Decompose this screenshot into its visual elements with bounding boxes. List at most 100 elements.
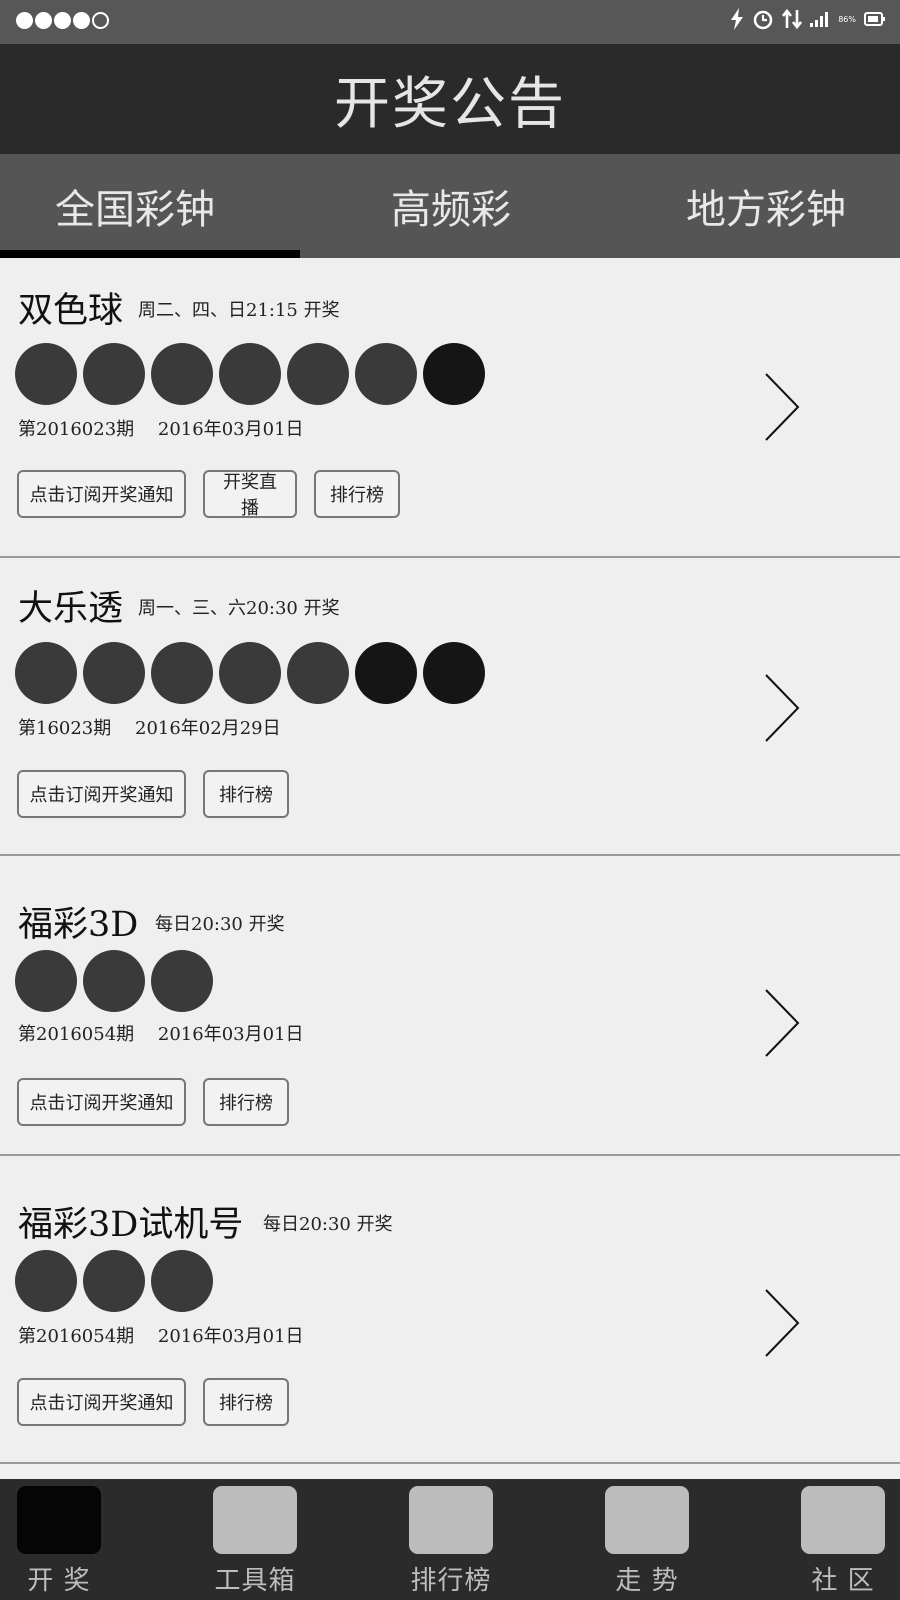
draw-schedule: 周二、四、日21:15 开奖 xyxy=(138,300,340,321)
ranking-button[interactable]: 排行榜 xyxy=(203,1078,289,1126)
tab-national[interactable]: 全国彩钟 xyxy=(0,154,270,258)
page-title: 开奖公告 xyxy=(0,44,900,154)
draw-date: 2016年03月01日 xyxy=(157,1326,304,1347)
draw-info: 第2016054期 2016年03月01日 xyxy=(18,1020,304,1046)
tab-local[interactable]: 地方彩钟 xyxy=(632,154,900,258)
nav-item-trend[interactable]: 走 势 xyxy=(605,1486,689,1597)
alarm-clock-icon xyxy=(753,10,773,30)
signal-dot xyxy=(35,12,52,29)
signal-dot xyxy=(16,12,33,29)
lottery-card-daletou[interactable]: 大乐透 周一、三、六20:30 开奖 第16023期 2016年02月29日 点… xyxy=(0,558,900,856)
number-ball xyxy=(15,642,77,704)
chevron-right-icon[interactable] xyxy=(764,1288,800,1358)
ranking-button[interactable]: 排行榜 xyxy=(314,470,400,518)
number-ball xyxy=(83,343,145,405)
nav-label: 开 奖 xyxy=(27,1566,91,1596)
active-tab-indicator xyxy=(0,250,300,258)
number-ball xyxy=(151,1250,213,1312)
cell-signal-icon xyxy=(810,12,829,27)
chevron-right-icon[interactable] xyxy=(764,988,800,1058)
draw-info: 第2016023期 2016年03月01日 xyxy=(18,415,304,441)
draw-schedule: 每日20:30 开奖 xyxy=(155,914,285,935)
subscribe-button[interactable]: 点击订阅开奖通知 xyxy=(17,1078,186,1126)
lottery-card-fucai3d[interactable]: 福彩3D 每日20:30 开奖 第2016054期 2016年03月01日 点击… xyxy=(0,858,900,1156)
number-ball xyxy=(287,343,349,405)
subscribe-button[interactable]: 点击订阅开奖通知 xyxy=(17,770,186,818)
lottery-card-fucai3d-test[interactable]: 福彩3D试机号 每日20:30 开奖 第2016054期 2016年03月01日… xyxy=(0,1166,900,1464)
lottery-name: 双色球 xyxy=(18,291,124,331)
nav-label: 走 势 xyxy=(615,1566,679,1596)
lottery-name: 福彩3D xyxy=(18,905,139,945)
issue-number: 第2016054期 xyxy=(18,1326,135,1347)
tab-high-frequency[interactable]: 高频彩 xyxy=(270,154,632,258)
signal-strength-dots xyxy=(16,12,109,29)
special-number-ball xyxy=(423,343,485,405)
nav-label: 社 区 xyxy=(811,1566,875,1596)
card-actions: 点击订阅开奖通知 排行榜 xyxy=(17,770,289,818)
data-transfer-icon xyxy=(782,8,803,30)
number-ball xyxy=(151,950,213,1012)
number-ball xyxy=(15,950,77,1012)
nav-item-toolbox[interactable]: 工具箱 xyxy=(213,1486,297,1597)
draw-info: 第2016054期 2016年03月01日 xyxy=(18,1322,304,1348)
number-ball xyxy=(219,642,281,704)
bottom-navigation: 开 奖 工具箱 排行榜 走 势 社 区 xyxy=(0,1479,900,1600)
number-ball xyxy=(83,1250,145,1312)
special-number-ball xyxy=(355,642,417,704)
draw-schedule: 周一、三、六20:30 开奖 xyxy=(138,598,340,619)
number-ball xyxy=(287,642,349,704)
issue-number: 第2016023期 xyxy=(18,419,135,440)
number-ball xyxy=(83,642,145,704)
category-tabs: 全国彩钟 高频彩 地方彩钟 xyxy=(0,154,900,258)
nav-item-ranking[interactable]: 排行榜 xyxy=(409,1486,493,1597)
draw-date: 2016年03月01日 xyxy=(157,1024,304,1045)
status-bar: 86% xyxy=(0,0,900,44)
nav-item-community[interactable]: 社 区 xyxy=(801,1486,885,1597)
winning-numbers xyxy=(15,950,213,1012)
status-icons: 86% xyxy=(730,8,886,30)
subscribe-button[interactable]: 点击订阅开奖通知 xyxy=(17,470,186,518)
winning-numbers xyxy=(15,642,485,704)
trend-icon xyxy=(605,1486,689,1554)
ranking-button[interactable]: 排行榜 xyxy=(203,770,289,818)
ranking-button[interactable]: 排行榜 xyxy=(203,1378,289,1426)
lottery-name: 福彩3D试机号 xyxy=(18,1205,244,1245)
draw-schedule: 每日20:30 开奖 xyxy=(263,1214,393,1235)
number-ball xyxy=(83,950,145,1012)
card-actions: 点击订阅开奖通知 开奖直播 排行榜 xyxy=(17,470,400,519)
special-number-ball xyxy=(423,642,485,704)
number-ball xyxy=(151,343,213,405)
winning-numbers xyxy=(15,343,485,405)
chevron-right-icon[interactable] xyxy=(764,372,800,442)
winning-numbers xyxy=(15,1250,213,1312)
live-draw-button[interactable]: 开奖直播 xyxy=(203,470,297,519)
battery-percentage: 86% xyxy=(838,14,856,24)
draw-date: 2016年02月29日 xyxy=(135,718,281,739)
number-ball xyxy=(151,642,213,704)
number-ball xyxy=(219,343,281,405)
toolbox-icon xyxy=(213,1486,297,1554)
draw-icon xyxy=(17,1486,101,1554)
lottery-card-shuangseqiu[interactable]: 双色球 周二、四、日21:15 开奖 第2016023期 2016年03月01日… xyxy=(0,260,900,558)
subscribe-button[interactable]: 点击订阅开奖通知 xyxy=(17,1378,186,1426)
issue-number: 第16023期 xyxy=(18,718,112,739)
signal-dot xyxy=(54,12,71,29)
charging-bolt-icon xyxy=(731,8,744,30)
number-ball xyxy=(15,343,77,405)
draw-info: 第16023期 2016年02月29日 xyxy=(18,714,281,740)
community-icon xyxy=(801,1486,885,1554)
card-actions: 点击订阅开奖通知 排行榜 xyxy=(17,1378,289,1426)
number-ball xyxy=(355,343,417,405)
battery-icon xyxy=(864,12,885,26)
draw-date: 2016年03月01日 xyxy=(157,419,304,440)
nav-label: 工具箱 xyxy=(214,1566,296,1596)
issue-number: 第2016054期 xyxy=(18,1024,135,1045)
chevron-right-icon[interactable] xyxy=(764,673,800,743)
nav-item-draw[interactable]: 开 奖 xyxy=(17,1486,101,1597)
number-ball xyxy=(15,1250,77,1312)
signal-dot xyxy=(73,12,90,29)
lottery-name: 大乐透 xyxy=(18,589,124,629)
nav-label: 排行榜 xyxy=(410,1566,492,1596)
ranking-icon xyxy=(409,1486,493,1554)
signal-dot xyxy=(92,12,109,29)
